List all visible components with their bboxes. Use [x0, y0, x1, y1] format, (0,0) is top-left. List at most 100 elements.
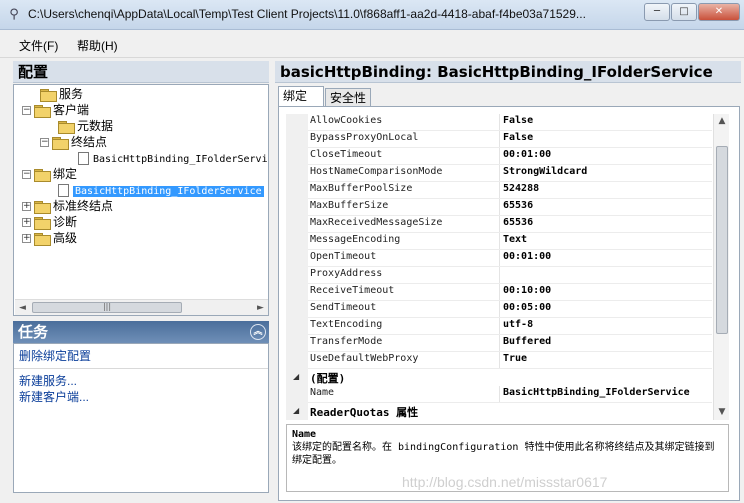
property-name: ProxyAddress [310, 268, 383, 279]
task-group-binding: 删除绑定配置 [14, 344, 268, 369]
tasks-header: 任务 ︽ [13, 321, 269, 343]
property-value[interactable]: BasicHttpBinding_IFolderService [501, 387, 712, 398]
new-service-link[interactable]: 新建服务... [19, 373, 263, 389]
new-client-link[interactable]: 新建客户端... [19, 389, 263, 405]
menu-bar: 文件(F) 帮助(H) [0, 30, 744, 58]
tree-item-services[interactable]: 服务 [40, 86, 83, 102]
property-row[interactable]: MessageEncoding Text [286, 233, 712, 250]
property-name: TextEncoding [310, 319, 383, 330]
scroll-left-icon[interactable]: ◄ [15, 301, 30, 315]
folder-icon [34, 232, 51, 246]
binding-icon [58, 184, 69, 197]
property-row[interactable]: UseDefaultWebProxy True [286, 352, 712, 369]
collapse-icon[interactable]: − [40, 138, 49, 147]
category-collapse-icon[interactable]: ◢ [293, 372, 299, 381]
tree-item-standard-endpoints[interactable]: + 标准终结点 [22, 198, 113, 214]
property-name: OpenTimeout [310, 251, 377, 262]
tree-item-client[interactable]: − 客户端 [22, 102, 89, 118]
title-bar: ⚲ C:\Users\chenqi\AppData\Local\Temp\Tes… [0, 0, 744, 30]
property-value[interactable]: False [501, 132, 712, 143]
expand-icon[interactable]: + [22, 218, 31, 227]
tree-item-endpoints[interactable]: − 终结点 [40, 134, 107, 150]
property-value[interactable]: 00:01:00 [501, 251, 712, 262]
close-button[interactable]: ✕ [698, 3, 740, 21]
property-row[interactable]: HostNameComparisonMode StrongWildcard [286, 165, 712, 182]
menu-help[interactable]: 帮助(H) [77, 37, 118, 54]
minimize-button[interactable]: ─ [644, 3, 670, 21]
collapse-icon[interactable]: − [22, 170, 31, 179]
watermark: http://blog.csdn.net/missstar0617 [402, 474, 608, 490]
config-tree: 服务 − 客户端 元数据 − 终结点 BasicHttpBinding_IFolde… [13, 84, 269, 316]
maximize-button[interactable]: □ [671, 3, 697, 21]
description-title: Name [292, 429, 317, 440]
property-row[interactable]: AllowCookies False [286, 114, 712, 131]
tree-item-binding-basichttp[interactable]: BasicHttpBinding_IFolderService [58, 182, 264, 198]
tree-item-diagnostics[interactable]: + 诊断 [22, 214, 77, 230]
tree-item-bindings[interactable]: − 绑定 [22, 166, 77, 182]
scrollbar-thumb[interactable] [716, 146, 728, 334]
property-value[interactable]: False [501, 115, 712, 126]
tree-horizontal-scrollbar[interactable]: ◄ ||| ► [15, 299, 268, 315]
expand-icon[interactable]: + [22, 202, 31, 211]
property-grid: AllowCookies False BypassProxyOnLocal False… [286, 114, 712, 420]
tree-item-advanced[interactable]: + 高级 [22, 230, 77, 246]
property-row[interactable]: ReceiveTimeout 00:10:00 [286, 284, 712, 301]
property-row[interactable]: MaxBufferSize 65536 [286, 199, 712, 216]
property-grid-scrollbar[interactable]: ▲ ▼ [713, 114, 729, 420]
property-name: TransferMode [310, 336, 383, 347]
folder-icon [34, 200, 51, 214]
scrollbar-thumb[interactable]: ||| [32, 302, 182, 313]
binding-tab-content: AllowCookies False BypassProxyOnLocal False… [278, 106, 740, 501]
property-value[interactable]: Buffered [501, 336, 712, 347]
property-name: BypassProxyOnLocal [310, 132, 419, 143]
category-config[interactable]: ◢ (配置) [286, 369, 712, 386]
expand-icon[interactable]: + [22, 234, 31, 243]
tasks-title: 任务 [18, 323, 49, 341]
tree-item-metadata[interactable]: 元数据 [58, 118, 113, 134]
tab-binding[interactable]: 绑定 [278, 86, 324, 106]
property-name: AllowCookies [310, 115, 383, 126]
property-value[interactable]: Text [501, 234, 712, 245]
property-name: SendTimeout [310, 302, 377, 313]
property-value[interactable]: StrongWildcard [501, 166, 712, 177]
property-row[interactable]: TextEncoding utf-8 [286, 318, 712, 335]
property-row[interactable]: BypassProxyOnLocal False [286, 131, 712, 148]
folder-icon [34, 168, 51, 182]
property-value[interactable]: True [501, 353, 712, 364]
property-value[interactable]: 65536 [501, 217, 712, 228]
scroll-down-icon[interactable]: ▼ [714, 405, 730, 420]
category-reader-quotas[interactable]: ◢ ReaderQuotas 属性 [286, 403, 712, 420]
menu-file[interactable]: 文件(F) [19, 37, 58, 54]
tree-item-endpoint-basichttp[interactable]: BasicHttpBinding_IFolderServi [78, 150, 268, 166]
property-row[interactable]: TransferMode Buffered [286, 335, 712, 352]
property-row[interactable]: MaxReceivedMessageSize 65536 [286, 216, 712, 233]
description-text: 该绑定的配置名称。在 bindingConfiguration 特性中使用此名称… [292, 442, 715, 466]
property-row[interactable]: ProxyAddress [286, 267, 712, 284]
property-row[interactable]: CloseTimeout 00:01:00 [286, 148, 712, 165]
property-value[interactable]: 00:01:00 [501, 149, 712, 160]
scroll-up-icon[interactable]: ▲ [714, 114, 730, 129]
collapse-icon[interactable]: − [22, 106, 31, 115]
property-name: MaxReceivedMessageSize [310, 217, 443, 228]
property-row[interactable]: SendTimeout 00:05:00 [286, 301, 712, 318]
property-value[interactable]: 00:05:00 [501, 302, 712, 313]
scroll-right-icon[interactable]: ► [253, 301, 268, 315]
property-value[interactable]: 00:10:00 [501, 285, 712, 296]
property-name: Name [310, 387, 335, 398]
category-collapse-icon[interactable]: ◢ [293, 406, 299, 415]
property-name: CloseTimeout [310, 149, 383, 160]
folder-icon [34, 216, 51, 230]
binding-header: basicHttpBinding: BasicHttpBinding_IFold… [275, 61, 741, 83]
property-row[interactable]: MaxBufferPoolSize 524288 [286, 182, 712, 199]
tab-security[interactable]: 安全性 [325, 88, 371, 106]
delete-binding-config-link[interactable]: 删除绑定配置 [19, 348, 263, 364]
task-group-new: 新建服务... 新建客户端... [14, 369, 268, 409]
property-row[interactable]: OpenTimeout 00:01:00 [286, 250, 712, 267]
property-value[interactable]: 65536 [501, 200, 712, 211]
property-value[interactable]: utf-8 [501, 319, 712, 330]
property-row-name[interactable]: Name BasicHttpBinding_IFolderService [286, 386, 712, 403]
property-value[interactable]: 524288 [501, 183, 712, 194]
collapse-tasks-icon[interactable]: ︽ [250, 324, 266, 340]
folder-icon [34, 104, 51, 118]
folder-icon [52, 136, 69, 150]
